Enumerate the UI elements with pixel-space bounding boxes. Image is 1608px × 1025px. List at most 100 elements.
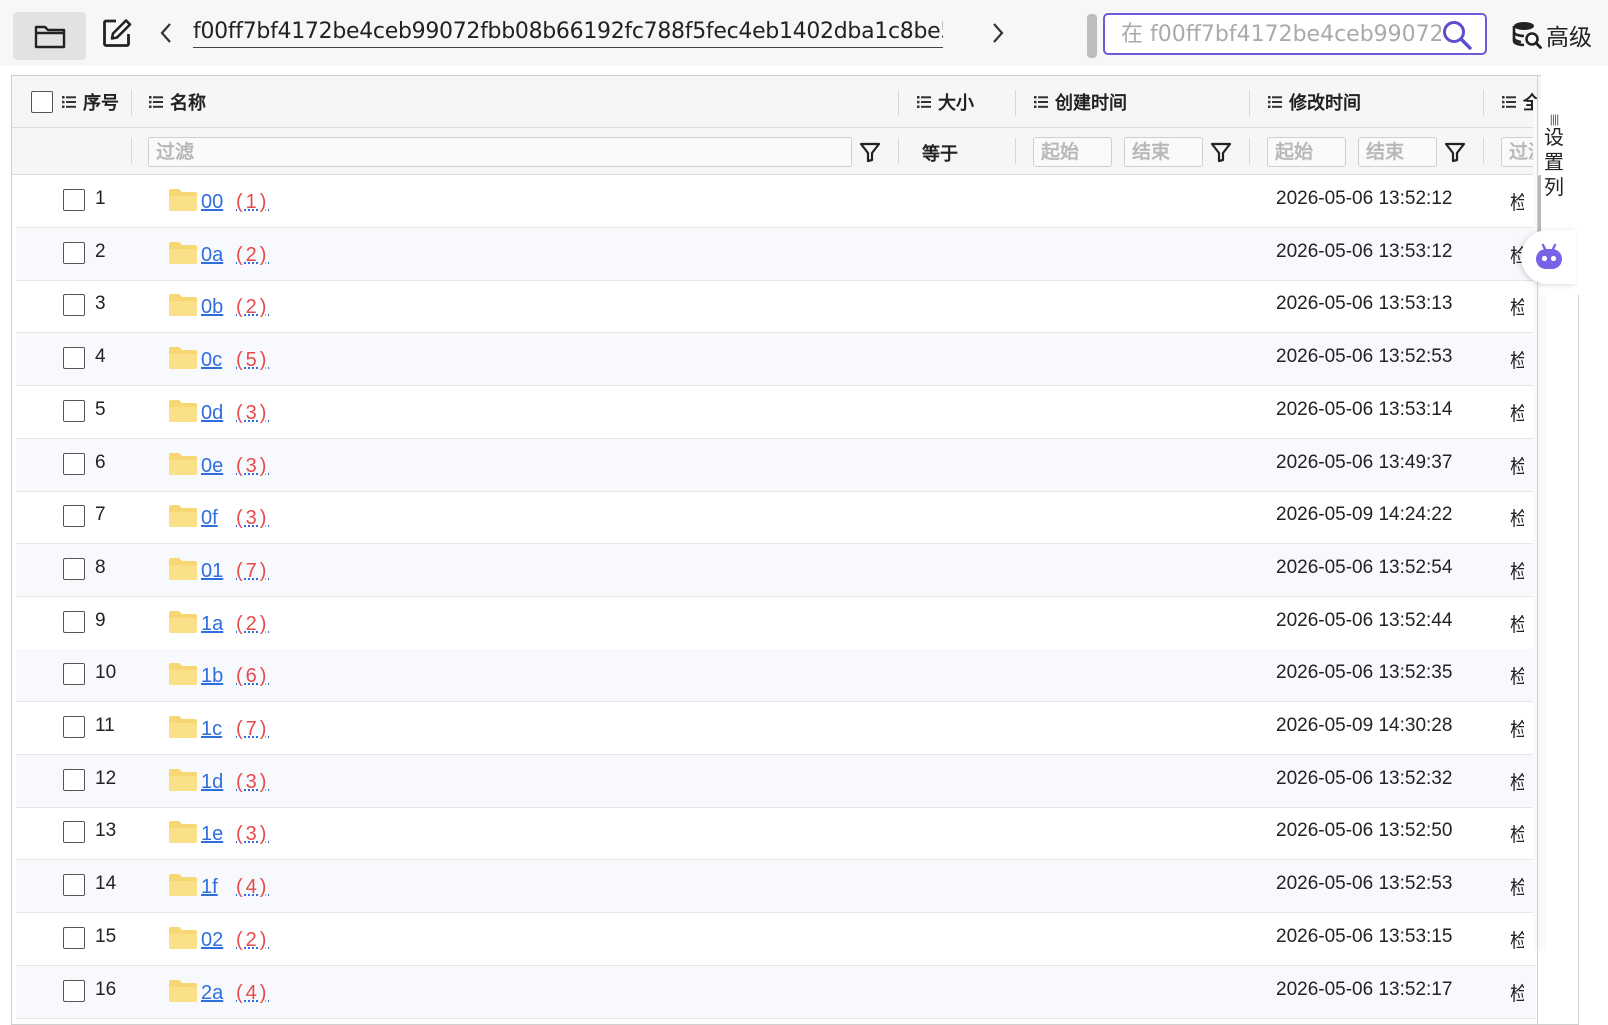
created-start-input[interactable]: 起始 [1033,137,1112,167]
row-checkbox[interactable] [63,716,85,738]
table-row[interactable]: 3 0b (2) 2026-05-06 13:53:13 检 [16,280,1536,333]
folder-name-link[interactable]: 01 [201,560,223,583]
search-input[interactable] [1121,21,1441,47]
row-checkbox[interactable] [63,980,85,1002]
item-count-link[interactable]: (5) [236,349,269,372]
item-count: (1) [236,191,270,213]
table-row[interactable]: 8 01 (7) 2026-05-06 13:52:54 检 [16,544,1536,597]
search-icon[interactable] [1441,19,1473,51]
toolbar: f00ff7bf4172be4ceb99072fbb08b66192fc788f… [0,0,1608,66]
folder-name-link[interactable]: 1e [201,823,223,846]
item-count-link[interactable]: (3) [236,823,269,846]
table-row[interactable]: 15 02 (2) 2026-05-06 13:53:15 检 [16,913,1536,966]
size-operator-select[interactable]: 等于 [922,140,958,166]
folder-name-link[interactable]: 0c [201,349,222,372]
row-checkbox[interactable] [63,611,85,633]
item-count-link[interactable]: (2) [236,613,269,636]
folder-name-link[interactable]: 1b [201,665,223,688]
row-index: 8 [95,557,106,578]
row-checkbox[interactable] [63,294,85,316]
row-index: 1 [95,188,106,209]
item-count-link[interactable]: (3) [236,507,269,530]
item-count-link[interactable]: (3) [236,402,269,425]
folder-icon [169,663,197,685]
folder-name-link[interactable]: 0f [201,507,218,530]
column-header-index[interactable]: 序号 [62,76,119,128]
table-row[interactable]: 12 1d (3) 2026-05-06 13:52:32 检 [16,755,1536,808]
table-row[interactable]: 16 2a (4) 2026-05-06 13:52:17 检 [16,966,1536,1019]
truncated-cell: 检 [1510,820,1524,847]
item-count-link[interactable]: (4) [236,982,269,1005]
folder-name-link[interactable]: 1d [201,771,223,794]
folder-name-link[interactable]: 0b [201,296,223,319]
table-row[interactable]: 7 0f (3) 2026-05-09 14:24:22 检 [16,491,1536,544]
row-checkbox[interactable] [63,505,85,527]
item-count-link[interactable]: (2) [236,296,269,319]
item-count-link[interactable]: (2) [236,244,269,267]
table-row[interactable]: 5 0d (3) 2026-05-06 13:53:14 检 [16,386,1536,439]
row-checkbox[interactable] [63,558,85,580]
table-row[interactable]: 14 1f (4) 2026-05-06 13:52:53 检 [16,860,1536,913]
item-count-link[interactable]: (3) [236,771,269,794]
folder-name-link[interactable]: 1f [201,876,218,899]
select-all-checkbox[interactable] [31,91,53,113]
table-row[interactable]: 11 1c (7) 2026-05-09 14:30:28 检 [16,702,1536,755]
folder-name-link[interactable]: 1c [201,718,222,741]
row-checkbox[interactable] [63,769,85,791]
folder-name-link[interactable]: 0a [201,244,223,267]
back-button[interactable] [154,18,178,48]
item-count-link[interactable]: (6) [236,665,269,688]
advanced-search-button[interactable]: 高级 [1512,18,1592,52]
row-checkbox[interactable] [63,821,85,843]
folder-name-link[interactable]: 1a [201,613,223,636]
table-row[interactable]: 20a(2)2026-05-06 13:53:12检 [16,228,1536,281]
table-row[interactable]: 13 1e (3) 2026-05-06 13:52:50 检 [16,807,1536,860]
column-header-name[interactable]: 名称 [149,76,206,128]
folder-name-link[interactable]: 0d [201,402,223,425]
row-checkbox[interactable] [63,400,85,422]
row-checkbox[interactable] [63,189,85,211]
item-count-link[interactable]: (7) [236,560,269,583]
row-checkbox[interactable] [63,927,85,949]
table-row[interactable]: 9 1a (2) 2026-05-06 13:52:44 检 [16,597,1536,650]
item-count-link[interactable]: (1) [236,191,269,214]
row-checkbox[interactable] [63,663,85,685]
folder-name-link[interactable]: 00 [201,191,223,214]
modified-start-input[interactable]: 起始 [1267,137,1346,167]
item-count-link[interactable]: (7) [236,718,269,741]
folder-name-link[interactable]: 2a [201,982,223,1005]
edit-path-button[interactable] [100,16,134,50]
folder-view-button[interactable] [13,12,86,60]
row-checkbox[interactable] [63,874,85,896]
folder-name-link[interactable]: 0e [201,455,223,478]
toolbar-splitter[interactable] [1087,14,1097,58]
table-row[interactable]: 6 0e (3) 2026-05-06 13:49:37 检 [16,439,1536,492]
table-row[interactable]: 1 00 (1) 2026-05-06 13:52:12 检 [16,175,1536,228]
forward-button[interactable] [986,18,1010,48]
folder-name-link[interactable]: 02 [201,929,223,952]
table-row[interactable]: 10 1b (6) 2026-05-06 13:52:35 检 [16,649,1536,702]
modified-end-input[interactable]: 结束 [1358,137,1437,167]
column-header-modified[interactable]: 修改时间 [1268,76,1361,128]
item-count-link[interactable]: (3) [236,455,269,478]
item-count: (5) [236,349,270,371]
row-index: 3 [95,293,106,314]
item-count-link[interactable]: (2) [236,929,269,952]
column-header-size[interactable]: 大小 [917,76,974,128]
row-checkbox[interactable] [63,347,85,369]
item-count-link[interactable]: (4) [236,876,269,899]
set-columns-button[interactable]: |||| 设 置 列 [1541,112,1567,201]
created-end-input[interactable]: 结束 [1124,137,1203,167]
name-filter-input[interactable]: 过滤 [148,137,852,167]
filter-icon[interactable] [858,140,882,164]
assistant-button[interactable] [1521,230,1576,284]
table-row[interactable]: 4 0c (5) 2026-05-06 13:52:53 检 [16,333,1536,386]
path-field[interactable]: f00ff7bf4172be4ceb99072fbb08b66192fc788f… [193,16,943,48]
row-checkbox[interactable] [63,242,85,264]
column-header-created[interactable]: 创建时间 [1034,76,1127,128]
row-checkbox[interactable] [63,453,85,475]
truncated-cell: 检 [1510,768,1524,795]
filter-icon[interactable] [1443,140,1467,164]
filter-icon[interactable] [1209,140,1233,164]
modified-time: 2026-05-09 14:24:22 [1276,504,1453,525]
